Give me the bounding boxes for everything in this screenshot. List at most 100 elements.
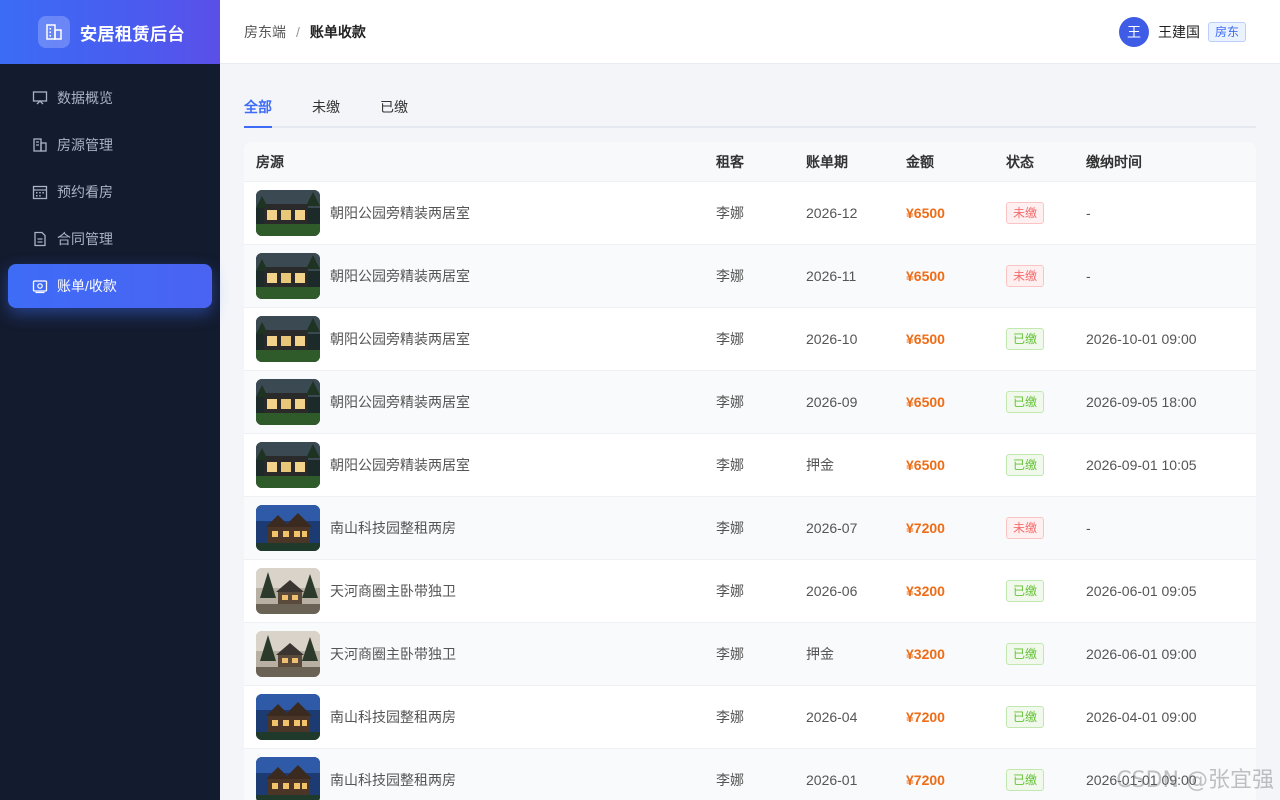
sidebar-item-dashboard[interactable]: 数据概览 bbox=[8, 76, 212, 120]
sidebar-item-contracts[interactable]: 合同管理 bbox=[8, 217, 212, 261]
house-thumbnail bbox=[256, 568, 320, 614]
status-badge: 已缴 bbox=[1006, 706, 1045, 728]
status-badge: 已缴 bbox=[1006, 454, 1045, 476]
dashboard-icon bbox=[31, 89, 49, 107]
column-header-status: 状态 bbox=[1006, 153, 1034, 170]
house-cell: 南山科技园整租两房 bbox=[244, 757, 716, 800]
paid-time-cell: - bbox=[1086, 520, 1091, 536]
house-name: 南山科技园整租两房 bbox=[330, 709, 456, 725]
building-icon bbox=[38, 16, 70, 48]
house-name: 朝阳公园旁精装两居室 bbox=[330, 331, 470, 347]
amount-cell: ¥6500 bbox=[906, 394, 945, 410]
tenant-cell: 李娜 bbox=[716, 457, 744, 473]
status-badge: 未缴 bbox=[1006, 517, 1045, 539]
amount-cell: ¥3200 bbox=[906, 583, 945, 599]
house-thumbnail bbox=[256, 190, 320, 236]
table-row[interactable]: 朝阳公园旁精装两居室 李娜 2026-09 ¥6500 已缴 2026-09-05 18:… bbox=[244, 371, 1256, 434]
table-row[interactable]: 天河商圈主卧带独卫 李娜 2026-06 ¥3200 已缴 2026-06-01 09:0… bbox=[244, 560, 1256, 623]
paid-time-cell: - bbox=[1086, 205, 1091, 221]
sidebar-item-appointments[interactable]: 预约看房 bbox=[8, 170, 212, 214]
period-cell: 2026-04 bbox=[806, 709, 858, 725]
user-menu[interactable]: 王 王建国 房东 bbox=[1118, 17, 1246, 47]
status-badge: 已缴 bbox=[1006, 643, 1045, 665]
house-cell: 天河商圈主卧带独卫 bbox=[244, 568, 716, 614]
table-row[interactable]: 南山科技园整租两房 李娜 2026-07 ¥7200 未缴 - bbox=[244, 497, 1256, 560]
house-thumbnail bbox=[256, 316, 320, 362]
tenant-cell: 李娜 bbox=[716, 646, 744, 662]
table-row[interactable]: 朝阳公园旁精装两居室 李娜 押金 ¥6500 已缴 2026-09-01 10:05 bbox=[244, 434, 1256, 497]
paid-time-cell: 2026-10-01 09:00 bbox=[1086, 331, 1197, 347]
paid-time-cell: 2026-04-01 09:00 bbox=[1086, 709, 1197, 725]
table-row[interactable]: 南山科技园整租两房 李娜 2026-04 ¥7200 已缴 2026-04-01 09:0… bbox=[244, 686, 1256, 749]
sidebar-nav: 数据概览 房源管理 预约看房 合同管理 账单/收款 bbox=[0, 64, 220, 308]
house-name: 天河商圈主卧带独卫 bbox=[330, 583, 456, 599]
breadcrumb: 房东端 / 账单收款 bbox=[244, 22, 366, 42]
amount-cell: ¥7200 bbox=[906, 772, 945, 788]
breadcrumb-item-landlord[interactable]: 房东端 bbox=[244, 22, 286, 42]
tab-paid[interactable]: 已缴 bbox=[380, 97, 408, 126]
sidebar: 安居租赁后台 数据概览 房源管理 预约看房 合同管理 账单/收款 bbox=[0, 0, 220, 800]
tab-unpaid[interactable]: 未缴 bbox=[312, 97, 340, 126]
table-row[interactable]: 天河商圈主卧带独卫 李娜 押金 ¥3200 已缴 2026-06-01 09:00 bbox=[244, 623, 1256, 686]
status-cell: 未缴 bbox=[1006, 202, 1086, 224]
column-header-period: 账单期 bbox=[806, 153, 848, 170]
tenant-cell: 李娜 bbox=[716, 772, 744, 788]
house-thumbnail bbox=[256, 253, 320, 299]
tenant-cell: 李娜 bbox=[716, 205, 744, 221]
house-cell: 朝阳公园旁精装两居室 bbox=[244, 316, 716, 362]
paid-time-cell: - bbox=[1086, 268, 1091, 284]
tenant-cell: 李娜 bbox=[716, 268, 744, 284]
brand-title: 安居租赁后台 bbox=[80, 24, 185, 44]
tenant-cell: 李娜 bbox=[716, 520, 744, 536]
table-row[interactable]: 朝阳公园旁精装两居室 李娜 2026-10 ¥6500 已缴 2026-10-01 09:… bbox=[244, 308, 1256, 371]
table-header: 房源 租客 账单期 金额 状态 缴纳时间 bbox=[244, 142, 1256, 182]
amount-cell: ¥6500 bbox=[906, 457, 945, 473]
house-cell: 朝阳公园旁精装两居室 bbox=[244, 253, 716, 299]
status-cell: 已缴 bbox=[1006, 769, 1086, 791]
period-cell: 2026-06 bbox=[806, 583, 858, 599]
column-header-house: 房源 bbox=[256, 153, 284, 170]
sidebar-item-label: 账单/收款 bbox=[57, 278, 117, 294]
status-cell: 已缴 bbox=[1006, 391, 1086, 413]
table-row[interactable]: 朝阳公园旁精装两居室 李娜 2026-11 ¥6500 未缴 - bbox=[244, 245, 1256, 308]
tenant-cell: 李娜 bbox=[716, 394, 744, 410]
house-thumbnail bbox=[256, 757, 320, 800]
period-cell: 2026-10 bbox=[806, 331, 858, 347]
column-header-paid-time: 缴纳时间 bbox=[1086, 153, 1142, 170]
breadcrumb-item-current: 账单收款 bbox=[309, 23, 366, 40]
sidebar-item-houses[interactable]: 房源管理 bbox=[8, 123, 212, 167]
house-cell: 南山科技园整租两房 bbox=[244, 694, 716, 740]
tenant-cell: 李娜 bbox=[716, 583, 744, 599]
amount-cell: ¥6500 bbox=[906, 331, 945, 347]
house-name: 天河商圈主卧带独卫 bbox=[330, 646, 456, 662]
period-cell: 押金 bbox=[806, 646, 834, 662]
column-header-amount: 金额 bbox=[906, 153, 934, 170]
period-cell: 2026-11 bbox=[806, 268, 857, 284]
status-cell: 已缴 bbox=[1006, 580, 1086, 602]
house-cell: 朝阳公园旁精装两居室 bbox=[244, 379, 716, 425]
bill-tabs: 全部 未缴 已缴 bbox=[244, 64, 1256, 128]
table-row[interactable]: 南山科技园整租两房 李娜 2026-01 ¥7200 已缴 2026-01-01 09:0… bbox=[244, 749, 1256, 800]
house-name: 朝阳公园旁精装两居室 bbox=[330, 457, 470, 473]
sidebar-item-bills[interactable]: 账单/收款 bbox=[8, 264, 212, 308]
amount-cell: ¥7200 bbox=[906, 520, 945, 536]
house-name: 南山科技园整租两房 bbox=[330, 772, 456, 788]
sidebar-item-label: 预约看房 bbox=[57, 184, 113, 200]
tab-all[interactable]: 全部 bbox=[244, 97, 272, 128]
building-icon bbox=[31, 136, 49, 154]
table-body: 朝阳公园旁精装两居室 李娜 2026-12 ¥6500 未缴 - 朝阳公园旁精装两居室 李娜 2… bbox=[244, 182, 1256, 800]
sidebar-item-label: 数据概览 bbox=[57, 90, 113, 106]
tenant-cell: 李娜 bbox=[716, 331, 744, 347]
status-cell: 已缴 bbox=[1006, 328, 1086, 350]
house-thumbnail bbox=[256, 694, 320, 740]
house-cell: 朝阳公园旁精装两居室 bbox=[244, 442, 716, 488]
avatar[interactable]: 王 bbox=[1118, 17, 1149, 47]
house-name: 朝阳公园旁精装两居室 bbox=[330, 394, 470, 410]
status-cell: 已缴 bbox=[1006, 454, 1086, 476]
house-thumbnail bbox=[256, 505, 320, 551]
amount-cell: ¥6500 bbox=[906, 268, 945, 284]
house-name: 朝阳公园旁精装两居室 bbox=[330, 205, 470, 221]
table-row[interactable]: 朝阳公园旁精装两居室 李娜 2026-12 ¥6500 未缴 - bbox=[244, 182, 1256, 245]
house-name: 南山科技园整租两房 bbox=[330, 520, 456, 536]
status-cell: 未缴 bbox=[1006, 517, 1086, 539]
